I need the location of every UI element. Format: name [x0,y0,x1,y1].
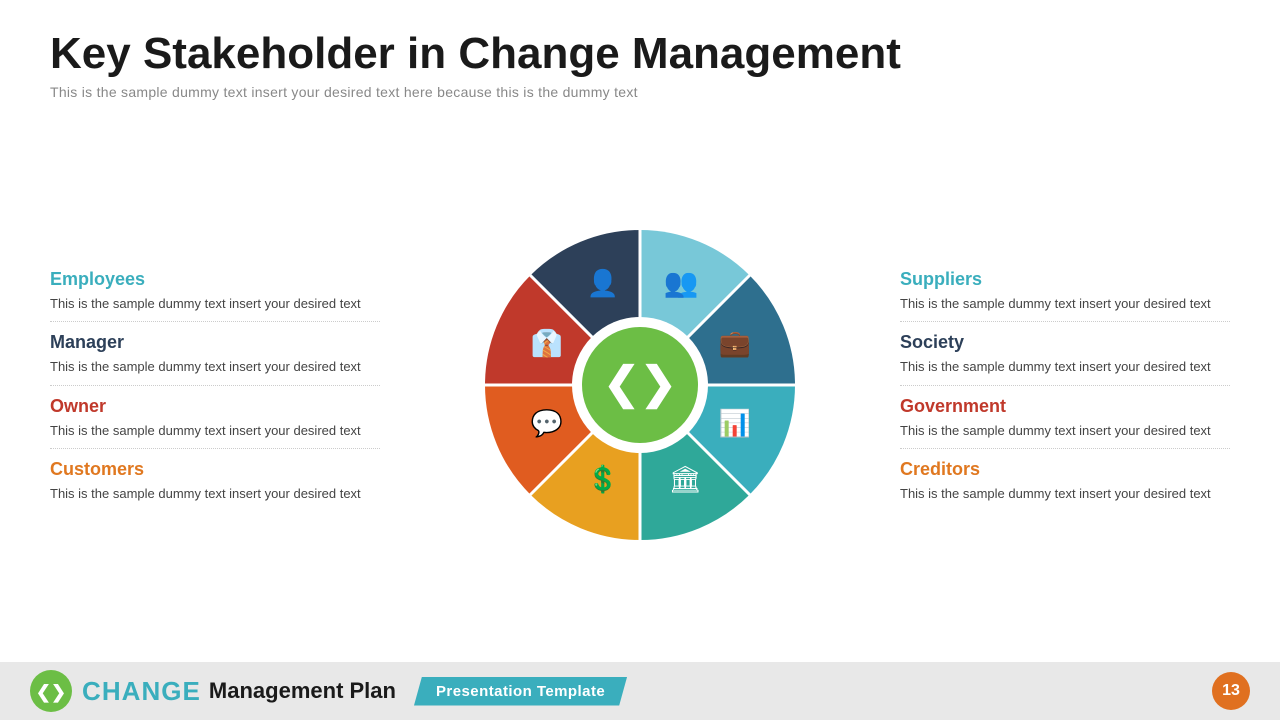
slide-title: Key Stakeholder in Change Management [50,30,1230,78]
stakeholder-item-manager: Manager This is the sample dummy text ins… [50,322,380,386]
stakeholder-wheel: ❮❯ 👥 💼 📊 🏛 💲 [465,210,815,560]
wheel-container: ❮❯ 👥 💼 📊 🏛 💲 [465,210,815,560]
stakeholder-title-owner: Owner [50,396,380,417]
center-wheel: ❮❯ 👥 💼 📊 🏛 💲 [380,210,900,560]
stakeholder-title-society: Society [900,332,1230,353]
footer-change-label: CHANGE [82,676,201,707]
main-content: Key Stakeholder in Change Management Thi… [0,0,1280,662]
stakeholder-text-society: This is the sample dummy text insert you… [900,357,1230,377]
stakeholder-title-suppliers: Suppliers [900,269,1230,290]
svg-text:❮❯: ❮❯ [38,682,64,703]
slide: Key Stakeholder in Change Management Thi… [0,0,1280,720]
stakeholder-text-employees: This is the sample dummy text insert you… [50,294,380,314]
footer: ❮❯ CHANGE Management Plan Presentation T… [0,662,1280,720]
footer-template-badge: Presentation Template [414,677,627,706]
stakeholder-item-government: Government This is the sample dummy text … [900,386,1230,450]
svg-text:👔: 👔 [531,328,563,358]
svg-text:👤: 👤 [587,268,619,298]
svg-text:👥: 👥 [664,267,699,299]
right-column: Suppliers This is the sample dummy text i… [900,259,1230,512]
stakeholder-title-customers: Customers [50,459,380,480]
svg-text:📊: 📊 [719,408,751,438]
svg-text:💲: 💲 [587,464,619,494]
svg-text:💼: 💼 [719,328,751,358]
stakeholder-item-suppliers: Suppliers This is the sample dummy text i… [900,259,1230,323]
stakeholder-text-manager: This is the sample dummy text insert you… [50,357,380,377]
stakeholder-item-customers: Customers This is the sample dummy text i… [50,449,380,512]
footer-page-number: 13 [1212,672,1250,710]
stakeholder-item-owner: Owner This is the sample dummy text inser… [50,386,380,450]
svg-text:🏛: 🏛 [668,464,701,494]
stakeholder-text-owner: This is the sample dummy text insert you… [50,421,380,441]
stakeholder-text-creditors: This is the sample dummy text insert you… [900,484,1230,504]
footer-management-label: Management Plan [209,678,396,704]
footer-logo: ❮❯ [30,670,72,712]
svg-text:💬: 💬 [531,408,563,438]
left-column: Employees This is the sample dummy text i… [50,259,380,512]
stakeholder-item-society: Society This is the sample dummy text ins… [900,322,1230,386]
stakeholder-text-customers: This is the sample dummy text insert you… [50,484,380,504]
slide-subtitle: This is the sample dummy text insert you… [50,84,1230,100]
body-area: Employees This is the sample dummy text i… [50,118,1230,652]
stakeholder-title-employees: Employees [50,269,380,290]
stakeholder-title-government: Government [900,396,1230,417]
footer-logo-icon: ❮❯ [38,678,64,704]
svg-text:❮❯: ❮❯ [603,359,677,410]
stakeholder-title-manager: Manager [50,332,380,353]
stakeholder-item-employees: Employees This is the sample dummy text i… [50,259,380,323]
stakeholder-item-creditors: Creditors This is the sample dummy text i… [900,449,1230,512]
stakeholder-text-suppliers: This is the sample dummy text insert you… [900,294,1230,314]
stakeholder-text-government: This is the sample dummy text insert you… [900,421,1230,441]
stakeholder-title-creditors: Creditors [900,459,1230,480]
